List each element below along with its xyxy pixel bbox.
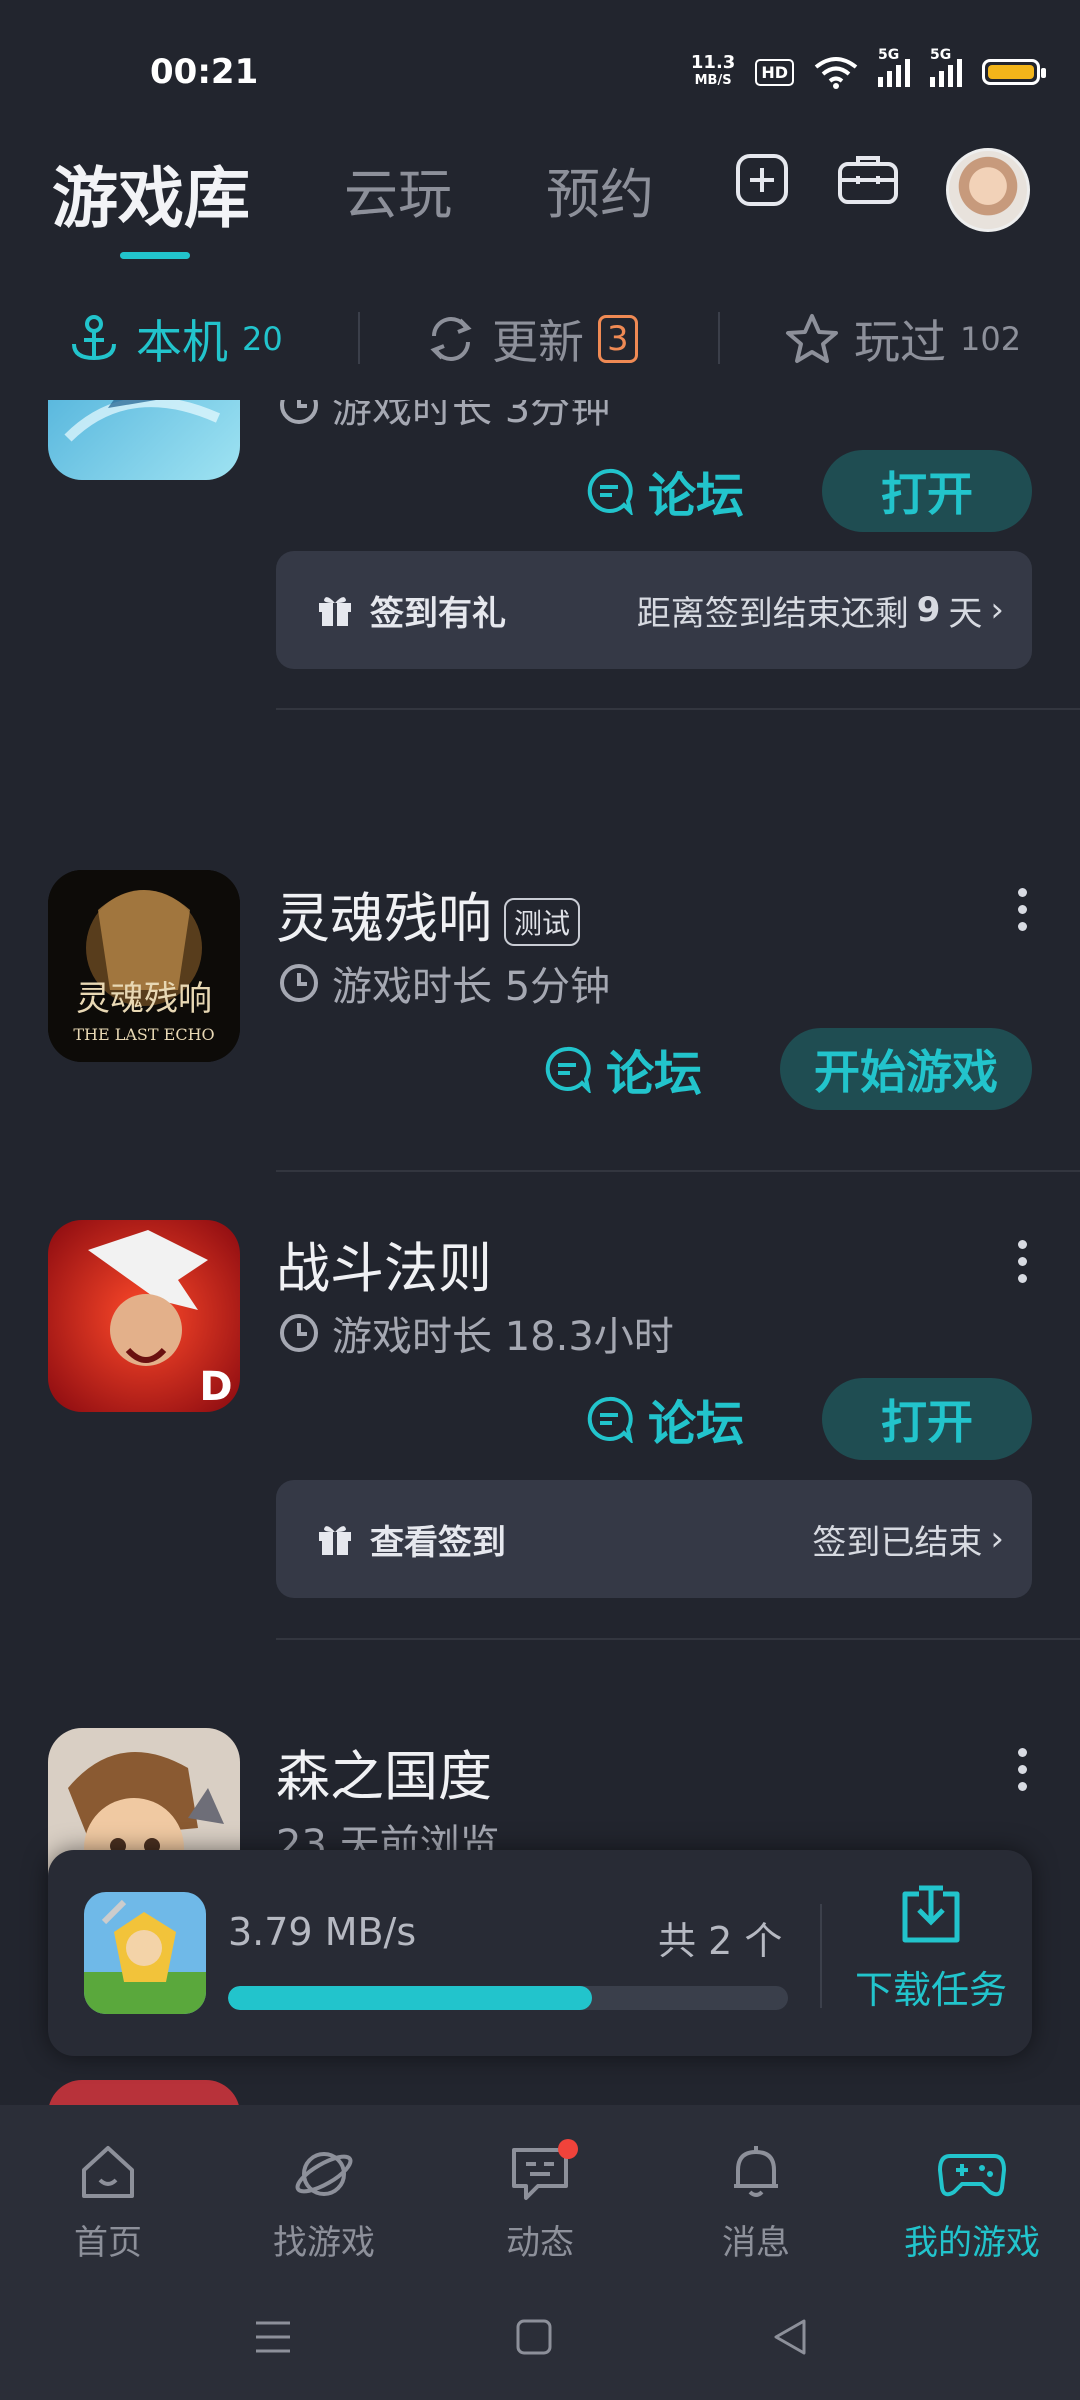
back-icon[interactable] xyxy=(770,2317,810,2357)
nav-my-games[interactable]: 我的游戏 xyxy=(882,2135,1062,2264)
divider xyxy=(276,1638,1080,1640)
clock-icon xyxy=(280,964,318,1002)
clock-icon xyxy=(280,1314,318,1352)
signal-icon: 5G xyxy=(878,47,910,87)
divider xyxy=(358,312,360,364)
divider xyxy=(718,312,720,364)
subtab-local-count: 20 xyxy=(242,320,283,358)
subtab-local[interactable]: 本机 20 xyxy=(66,306,283,372)
svg-text:THE LAST ECHO: THE LAST ECHO xyxy=(73,1025,214,1044)
refresh-icon xyxy=(430,317,472,361)
download-progress-fill xyxy=(228,1986,592,2010)
forum-button[interactable]: 论坛 xyxy=(584,456,744,526)
chevron-right-icon: › xyxy=(990,590,1004,630)
subtab-update-label: 更新 xyxy=(492,315,584,369)
update-count-badge: 3 xyxy=(598,315,638,363)
game-title: 战斗法则 xyxy=(276,1237,492,1300)
wifi-icon xyxy=(814,57,858,89)
notification-dot xyxy=(558,2139,578,2159)
open-button[interactable]: 打开 xyxy=(822,1378,1032,1460)
nav-home[interactable]: 首页 xyxy=(18,2135,198,2264)
add-icon[interactable] xyxy=(730,148,794,212)
subtab-local-label: 本机 xyxy=(136,315,228,369)
forum-button[interactable]: 论坛 xyxy=(542,1034,702,1104)
divider xyxy=(276,1170,1080,1172)
tab-cloud-play[interactable]: 云玩 xyxy=(344,150,452,229)
bell-icon xyxy=(734,2146,778,2197)
playtime: 游戏时长 18.3小时 xyxy=(278,1304,674,1362)
divider xyxy=(276,708,1080,710)
battery-icon xyxy=(982,59,1046,85)
nav-messages[interactable]: 消息 xyxy=(666,2135,846,2264)
start-game-button[interactable]: 开始游戏 xyxy=(780,1028,1032,1110)
forum-icon xyxy=(545,1046,591,1093)
sign-in-banner[interactable]: 签到有礼 距离签到结束还剩 9 天 › xyxy=(276,551,1032,669)
subtab-played[interactable]: 玩过 102 xyxy=(784,306,1021,372)
chevron-right-icon: › xyxy=(990,1519,1004,1559)
tab-reserve[interactable]: 预约 xyxy=(546,150,654,229)
subtab-update[interactable]: 更新 3 xyxy=(424,306,638,372)
hd-icon: HD xyxy=(755,58,794,86)
subtab-played-label: 玩过 xyxy=(854,315,946,369)
nav-feed[interactable]: 动态 xyxy=(450,2135,630,2264)
menu-icon[interactable] xyxy=(252,2317,294,2357)
active-tab-indicator xyxy=(120,252,190,259)
system-navigation-bar xyxy=(0,2305,1080,2365)
tab-game-library[interactable]: 游戏库 xyxy=(52,145,250,241)
home-icon xyxy=(82,2146,134,2198)
game-icon[interactable]: D xyxy=(48,1220,240,1412)
playtime: 游戏时长 3分钟 xyxy=(278,400,610,434)
clock-icon xyxy=(280,400,318,424)
signal-icon: 5G xyxy=(930,47,962,87)
download-count: 共 2 个 xyxy=(658,1919,783,1963)
download-speed: 3.79 MB/s xyxy=(228,1910,417,1954)
status-time: 00:21 xyxy=(150,52,259,92)
nav-discover[interactable]: 找游戏 xyxy=(234,2135,414,2264)
download-game-icon xyxy=(84,1892,206,2014)
planet-icon xyxy=(295,2152,353,2196)
net-speed: 11.3 MB/S xyxy=(690,52,736,89)
test-tag: 测试 xyxy=(504,898,581,947)
gift-icon xyxy=(319,597,351,626)
bottom-navigation: 首页 找游戏 动态 消息 我的游戏 xyxy=(0,2105,1080,2400)
more-icon[interactable] xyxy=(1018,1240,1028,1283)
game-title: 森之国度 xyxy=(276,1745,492,1808)
gift-icon xyxy=(319,1526,351,1555)
more-icon[interactable] xyxy=(1018,1748,1028,1791)
avatar[interactable] xyxy=(946,148,1030,232)
playtime: 游戏时长 5分钟 xyxy=(278,954,610,1012)
download-icon xyxy=(902,1885,960,1943)
svg-text:灵魂残响: 灵魂残响 xyxy=(76,979,212,1019)
download-card[interactable]: 3.79 MB/s 共 2 个 下载任务 xyxy=(48,1850,1032,2056)
download-progress xyxy=(228,1986,788,2010)
more-icon[interactable] xyxy=(1018,888,1028,931)
forum-button[interactable]: 论坛 xyxy=(584,1384,744,1454)
sign-in-banner[interactable]: 查看签到 签到已结束 › xyxy=(276,1480,1032,1598)
game-icon[interactable] xyxy=(48,400,240,480)
svg-text:D: D xyxy=(199,1364,232,1410)
status-icons: 11.3 MB/S HD 5G 5G xyxy=(690,47,1046,90)
gamepad-icon xyxy=(938,2154,1006,2197)
game-icon[interactable]: 灵魂残响 THE LAST ECHO xyxy=(48,870,240,1062)
forum-icon xyxy=(587,1396,633,1443)
subtab-played-count: 102 xyxy=(960,320,1022,358)
game-title: 灵魂残响 测试 xyxy=(276,874,581,953)
anchor-icon xyxy=(72,315,116,361)
forum-icon xyxy=(587,468,633,515)
download-tasks-button[interactable]: 下载任务 xyxy=(846,1880,1016,2014)
game-icon[interactable] xyxy=(48,2080,240,2105)
home-square-icon[interactable] xyxy=(514,2317,554,2357)
star-icon xyxy=(786,314,838,363)
toolbox-icon[interactable] xyxy=(836,148,900,212)
divider xyxy=(820,1904,822,2008)
open-button[interactable]: 打开 xyxy=(822,450,1032,532)
